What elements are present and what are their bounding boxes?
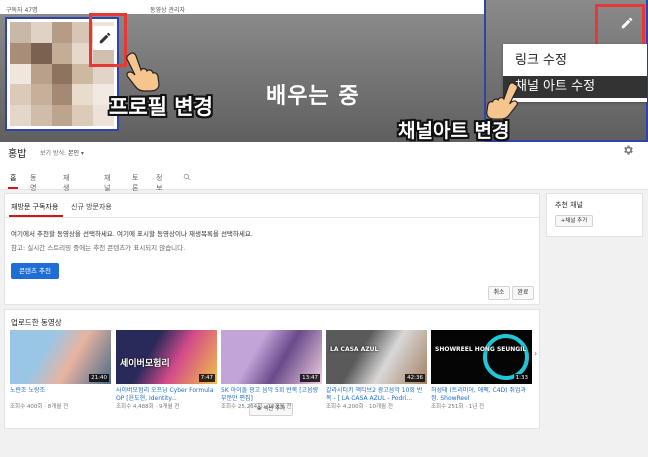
video-meta: 조회수 25,264회 · 10개월 전 [221,404,292,410]
active-tab-indicator [8,187,18,189]
video-meta: 조회수 4,488회 · 9개월 전 [116,404,180,410]
uploads-title: 업로드한 동영상 [11,318,62,327]
tab-home[interactable]: 홈 [10,173,16,183]
tab-new-visitors[interactable]: 신규 방문자용 [71,202,112,212]
pointing-hand-icon [486,82,519,120]
video-title[interactable]: 허성태 (트리미어, 애펙, C4D) 취업과정. ShowReel [431,387,532,403]
video-title[interactable]: 갈라시티키 액티브2 광고음악 10회 반복 - [ LA CASA AZUL … [326,387,427,403]
thumbnail-text: LA CASA AZUL [330,346,379,353]
video-card[interactable]: LA CASA AZUL 42:36 갈라시티키 액티브2 광고음악 10회 반복 … [326,330,427,411]
view-mode[interactable]: 보기 방식: 본인 ▾ [40,148,84,157]
video-meta: 조회수 251회 · 1년 전 [431,404,485,410]
tab-returning-subscribers[interactable]: 재방문 구독자용 [11,202,58,212]
menu-item-edit-channel-art[interactable]: 채널 아트 수정 [503,76,647,98]
video-thumbnail[interactable]: SHOWREEL HONG SEUNGIL 1:33 [431,330,532,384]
gear-icon[interactable] [622,144,634,156]
channel-name: 홍밥 [8,149,27,160]
featured-panel: 재방문 구독자용 신규 방문자용 여기에서 추천할 동영상을 선택하세요. 여기… [4,193,540,305]
channel-header: 홍밥 보기 방식: 본인 ▾ 홈 동영상 재생목록 채널 토론 정보 [0,142,648,212]
video-thumbnail[interactable]: 13:47 [221,330,322,384]
video-duration: 21:40 [89,374,109,382]
search-icon[interactable] [183,173,191,181]
cancel-button[interactable]: 취소 [488,286,510,300]
video-duration: 1:33 [513,374,530,382]
tab-discussion[interactable]: 토론 [132,173,138,193]
view-mode-value: 본인 [67,150,79,157]
profile-change-annotation: 프로필 변경 [109,95,213,119]
video-thumbnail[interactable]: 세이버모험리 7:47 [116,330,217,384]
view-mode-label: 보기 방식: [40,150,67,157]
video-meta: 조회수 4,200회 · 10개월 전 [326,404,393,410]
carousel-next-icon[interactable]: › [534,349,537,358]
banner-title: 배우는 중 [266,84,360,109]
video-duration: 7:47 [198,374,215,382]
video-meta: 조회수 400회 · 8개월 전 [10,404,69,410]
featured-channels-title: 추천 채널 [555,201,583,209]
channel-art-change-annotation: 채널아트 변경 [398,120,510,142]
tab-about[interactable]: 정보 [156,173,162,193]
video-title[interactable]: 5K 아이돌 광고 음악 5회 반복 [고음량 부분만 편집] [221,387,322,403]
video-card[interactable]: 세이버모험리 7:47 사이버모험리 오프닝 Cyber Formula OP [윤… [116,330,217,411]
video-duration: 13:47 [300,374,320,382]
done-button[interactable]: 완료 [512,286,534,300]
pointing-hand-icon [126,52,160,92]
video-thumbnail[interactable]: 21:40 [10,330,111,384]
add-channel-button[interactable]: +채널 추가 [555,215,593,227]
video-thumbnail[interactable]: LA CASA AZUL 42:36 [326,330,427,384]
video-card[interactable]: SHOWREEL HONG SEUNGIL 1:33 허성태 (트리미어, 애펙, … [431,330,532,411]
featured-channels-panel: 추천 채널 +채널 추가 [546,193,643,237]
video-card[interactable]: 13:47 5K 아이돌 광고 음악 5회 반복 [고음량 부분만 편집] 조회수 … [221,330,322,411]
divider [5,217,539,218]
tab-channels[interactable]: 채널 [104,173,110,193]
video-manager-link[interactable]: 동영상 관리자 [150,5,185,14]
thumbnail-text: 세이버모험리 [120,359,170,369]
featured-note: 참고: 실시간 스트리밍 중에는 추천 콘텐츠가 표시되지 않습니다. [11,244,186,252]
channel-art-menu: 링크 수정 채널 아트 수정 [503,44,647,102]
thumbnail-text: SHOWREEL HONG SEUNGIL [435,346,527,353]
video-title[interactable]: 사이버모험리 오프닝 Cyber Formula OP [윤도현, Identi… [116,387,217,403]
featured-description: 여기에서 추천할 동영상을 선택하세요. 여기에 표시할 동영상이나 재생목록을… [11,230,253,238]
recommend-content-button[interactable]: 콘텐츠 추천 [11,263,59,279]
menu-item-edit-links[interactable]: 링크 수정 [503,50,647,72]
video-duration: 42:36 [405,374,425,382]
subscriber-count: 구독자 47명 [6,7,38,14]
video-title[interactable]: 노란조 노랑조 [10,387,111,403]
video-card[interactable]: 21:40 노란조 노랑조 조회수 400회 · 8개월 전 [10,330,111,411]
caret-down-icon: ▾ [80,150,84,157]
